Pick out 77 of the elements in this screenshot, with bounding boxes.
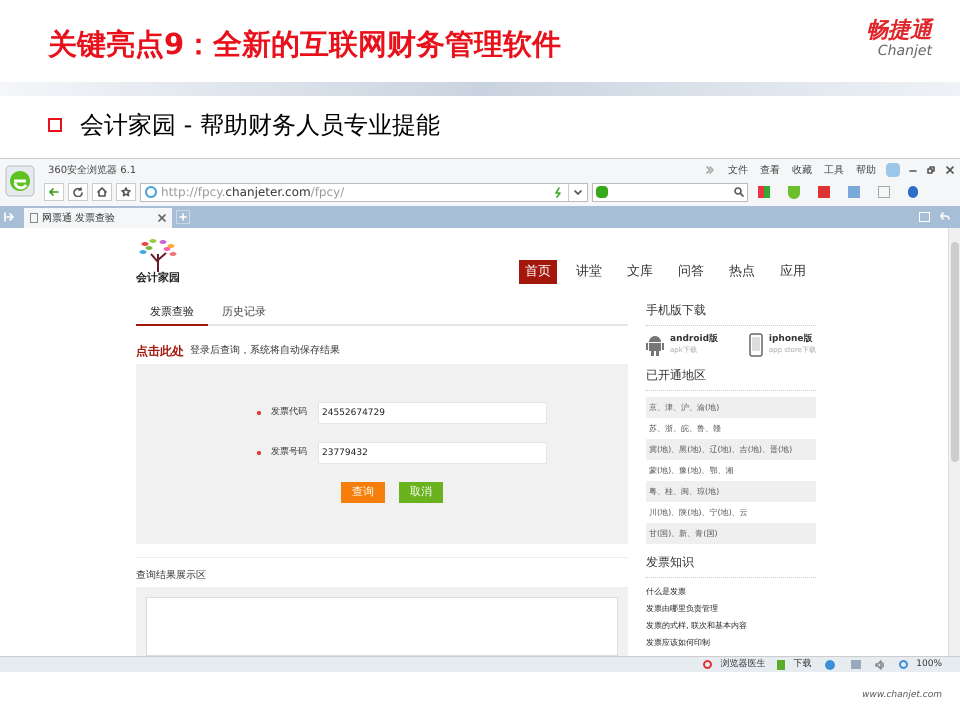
back-button[interactable] — [44, 183, 64, 201]
home-button[interactable] — [92, 183, 112, 201]
knowledge-link[interactable]: 什么是发票 — [646, 583, 816, 600]
menu-item[interactable]: 文件 — [728, 162, 748, 178]
browser-logo-icon — [5, 165, 35, 197]
refresh-icon[interactable] — [73, 187, 83, 197]
doctor-link[interactable]: 浏览器医生 — [720, 658, 766, 672]
download-link[interactable]: 下载 — [793, 658, 812, 672]
scrollbar-thumb[interactable] — [950, 242, 958, 462]
shield-icon[interactable] — [788, 186, 800, 198]
back-arrow-icon[interactable] — [49, 187, 59, 197]
browser-tab[interactable]: 网票通 发票查验 — [24, 208, 172, 228]
scrollbar[interactable] — [948, 228, 960, 656]
menu-item[interactable]: 收藏 — [792, 162, 812, 178]
app-name[interactable]: android版 — [670, 334, 718, 345]
form-tab[interactable]: 发票查验 — [136, 301, 208, 326]
input-field[interactable]: 24552674729 — [318, 402, 547, 424]
bullet-icon — [48, 118, 62, 132]
page-icon[interactable] — [30, 213, 38, 223]
close-icon[interactable] — [946, 166, 954, 174]
nav-link[interactable]: 应用 — [774, 260, 812, 284]
field-label: 发票代码 — [271, 406, 308, 419]
site-logo: 会计家园 — [136, 238, 180, 284]
star-icon[interactable] — [121, 187, 131, 197]
nav-link[interactable]: 文库 — [621, 260, 659, 284]
region-row: 冀(地)、黑(地)、辽(地)、吉(地)、晋(地) — [646, 439, 816, 460]
footer-url: www.chanjet.com — [862, 689, 942, 702]
dropdown-icon[interactable] — [574, 188, 582, 196]
click-here-link[interactable]: 点击此处 — [136, 342, 184, 360]
sidebar-toggle-icon[interactable] — [4, 212, 14, 222]
nav-link[interactable]: 首页 — [519, 260, 557, 284]
section-heading: 手机版下载 — [646, 301, 816, 326]
app-name[interactable]: iphone版 — [768, 334, 816, 345]
speaker-icon[interactable] — [875, 660, 886, 670]
input-field[interactable]: 23779432 — [318, 442, 547, 464]
close-tab-icon[interactable] — [158, 214, 166, 222]
refresh-button[interactable] — [68, 183, 88, 201]
region-row: 京、津、沪、渝(地) — [646, 397, 816, 418]
undo-icon[interactable] — [940, 212, 950, 222]
restore-icon[interactable] — [927, 166, 935, 174]
nav-link[interactable]: 问答 — [672, 260, 710, 284]
section-heading: 已开通地区 — [646, 366, 816, 391]
chevron-icon[interactable] — [706, 166, 714, 174]
region-row: 粤、桂、闽、琼(地) — [646, 481, 816, 502]
hint-text: 登录后查询，系统将自动保存结果 — [190, 344, 340, 358]
home-icon[interactable] — [97, 187, 107, 197]
region-row: 甘(国)、新、青(国) — [646, 523, 816, 544]
search-icon[interactable] — [734, 187, 744, 197]
section-heading: 发票知识 — [646, 553, 816, 578]
menu-item[interactable]: 帮助 — [856, 162, 876, 178]
region-row-text: 川(地)、陕(地)、宁(地)、云 — [648, 507, 749, 519]
nav-link[interactable]: 热点 — [723, 260, 761, 284]
android-icon[interactable] — [646, 334, 664, 356]
address-bar[interactable]: http://fpcy.chanjeter.com/fpcy/ — [140, 182, 588, 202]
new-tab-button[interactable] — [176, 210, 190, 224]
browser-title: 360安全浏览器 6.1 — [48, 164, 136, 178]
region-row-text: 苏、浙、皖、鲁、赣 — [648, 423, 722, 435]
phone-icon[interactable] — [748, 333, 763, 357]
result-label: 查询结果展示区 — [136, 568, 207, 582]
slide-title: 关键亮点9：全新的互联网财务管理软件 — [48, 26, 562, 63]
zoom-level[interactable]: 100% — [916, 658, 942, 672]
knowledge-link[interactable]: 发票应该如何印制 — [646, 634, 816, 651]
menu-item[interactable]: 工具 — [824, 162, 844, 178]
bullet-text: 会计家园 - 帮助财务人员专业提能 — [80, 110, 440, 141]
favorite-button[interactable] — [116, 183, 136, 201]
plus-icon[interactable] — [179, 213, 187, 221]
knowledge-link[interactable]: 发票由哪里负责管理 — [646, 600, 816, 617]
field-label: 发票号码 — [271, 446, 308, 459]
knowledge-link[interactable]: 发票的式样, 联次和基本内容 — [646, 617, 816, 634]
brand-logo: 畅捷通 Chanjet — [866, 18, 932, 58]
nav-link[interactable]: 讲堂 — [570, 260, 608, 284]
site-icon[interactable] — [145, 186, 157, 198]
search-field[interactable] — [592, 182, 748, 202]
menu-item[interactable]: 查看 — [760, 162, 780, 178]
lightning-icon[interactable] — [554, 186, 562, 198]
form-tab[interactable]: 历史记录 — [208, 301, 280, 326]
region-row-text: 蒙(地)、豫(地)、鄂、湘 — [648, 465, 734, 477]
